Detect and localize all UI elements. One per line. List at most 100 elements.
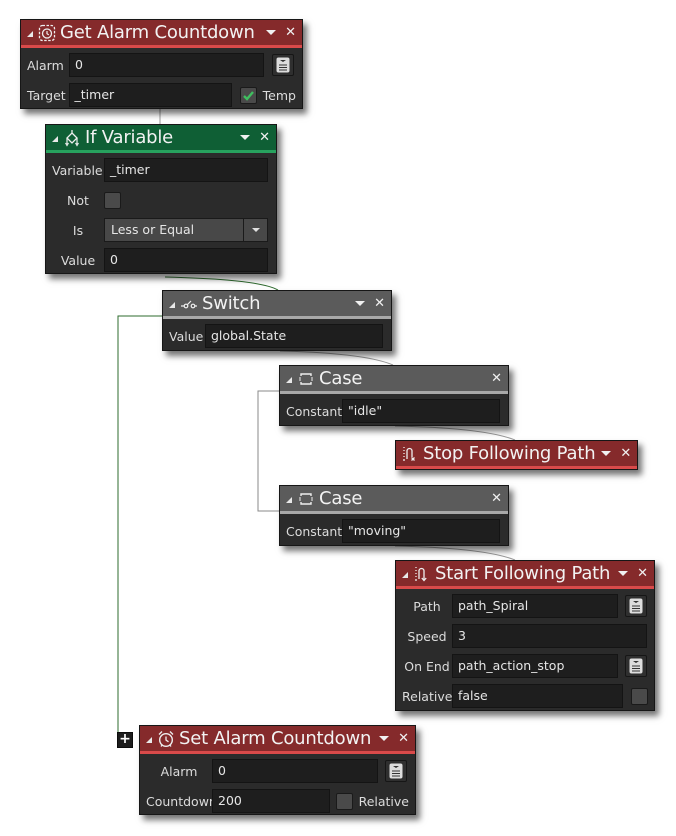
close-icon[interactable]: ✕ xyxy=(637,567,648,580)
variable-input[interactable]: _timer xyxy=(104,158,268,182)
case-bracket-icon xyxy=(297,370,315,388)
node-header[interactable]: Set Alarm Countdown ✕ xyxy=(140,726,415,754)
branch-icon xyxy=(63,129,81,147)
comparison-select[interactable]: Less or Equal xyxy=(104,218,268,242)
resource-picker-button[interactable] xyxy=(385,760,407,782)
switch-value-input[interactable]: global.State xyxy=(205,324,383,348)
list-icon xyxy=(389,763,403,779)
chevron-down-icon xyxy=(251,228,260,232)
value-label: Value xyxy=(60,252,96,268)
node-case-moving[interactable]: Case ✕ Constant "moving" xyxy=(279,485,509,546)
close-icon[interactable]: ✕ xyxy=(374,297,385,310)
node-stop-following-path[interactable]: Stop Following Path ✕ xyxy=(395,440,638,470)
connector-case-bracket xyxy=(257,390,279,512)
collapse-triangle-icon[interactable] xyxy=(286,496,292,503)
constant-label: Constant xyxy=(286,403,343,419)
select-arrow-button[interactable] xyxy=(243,219,267,241)
comparison-select-value: Less or Equal xyxy=(111,222,195,237)
node-header[interactable]: If Variable ✕ xyxy=(46,125,276,153)
countdown-input[interactable]: 200 xyxy=(212,789,331,813)
target-label: Target xyxy=(27,87,66,103)
temp-checkbox[interactable] xyxy=(239,86,257,104)
node-title: Set Alarm Countdown xyxy=(179,728,372,749)
collapse-triangle-icon[interactable] xyxy=(27,30,33,37)
target-input[interactable]: _timer xyxy=(68,83,232,107)
close-icon[interactable]: ✕ xyxy=(285,26,296,39)
node-menu-dropdown-icon[interactable] xyxy=(266,30,277,35)
alarm-label: Alarm xyxy=(27,57,64,73)
relative-checkbox[interactable] xyxy=(336,792,353,810)
node-menu-dropdown-icon[interactable] xyxy=(601,451,612,456)
path-label: Path xyxy=(413,598,441,614)
node-get-alarm-countdown[interactable]: Get Alarm Countdown ✕ Alarm 0 Target _ti… xyxy=(20,19,303,109)
path-stop-icon xyxy=(401,445,419,463)
close-icon[interactable]: ✕ xyxy=(491,372,502,385)
not-checkbox[interactable] xyxy=(104,191,121,209)
alarm-input[interactable]: 0 xyxy=(69,53,264,77)
is-label: Is xyxy=(72,222,84,238)
add-else-block-button[interactable]: + xyxy=(117,732,133,748)
node-start-following-path[interactable]: Start Following Path ✕ Path path_Spiral … xyxy=(395,560,655,711)
alarm-clock-icon xyxy=(157,730,175,748)
temp-label: Temp xyxy=(262,87,296,103)
list-icon xyxy=(629,658,643,674)
collapse-triangle-icon[interactable] xyxy=(286,376,292,383)
value-label: Value xyxy=(169,328,204,344)
path-start-icon xyxy=(413,565,431,583)
node-if-variable[interactable]: If Variable ✕ Variable _timer Not Is Les… xyxy=(45,124,277,274)
node-menu-dropdown-icon[interactable] xyxy=(379,736,390,741)
alarm-label: Alarm xyxy=(160,763,198,779)
alarm-clock-dashed-icon xyxy=(38,24,56,42)
node-menu-dropdown-icon[interactable] xyxy=(618,571,629,576)
list-icon xyxy=(629,598,643,614)
constant-input[interactable]: "moving" xyxy=(342,519,500,543)
switch-icon xyxy=(180,295,198,313)
on-end-label: On End xyxy=(404,658,450,674)
connector-else-branch xyxy=(117,315,162,740)
node-title: Stop Following Path xyxy=(423,443,596,464)
node-menu-dropdown-icon[interactable] xyxy=(240,135,251,140)
list-icon xyxy=(276,57,290,73)
relative-label: Relative xyxy=(402,688,453,704)
relative-checkbox[interactable] xyxy=(631,687,648,705)
close-icon[interactable]: ✕ xyxy=(491,492,502,505)
value-input[interactable]: 0 xyxy=(104,248,268,272)
node-switch[interactable]: Switch ✕ Value global.State xyxy=(162,290,392,351)
close-icon[interactable]: ✕ xyxy=(259,131,270,144)
speed-label: Speed xyxy=(407,628,447,644)
constant-input[interactable]: "idle" xyxy=(342,399,500,423)
node-title: Get Alarm Countdown xyxy=(60,22,255,43)
node-case-idle[interactable]: Case ✕ Constant "idle" xyxy=(279,365,509,426)
resource-picker-button[interactable] xyxy=(272,54,294,76)
node-title: If Variable xyxy=(85,127,174,148)
node-title: Case xyxy=(319,488,363,509)
node-set-alarm-countdown[interactable]: Set Alarm Countdown ✕ Alarm 0 Countdown … xyxy=(139,725,416,815)
close-icon[interactable]: ✕ xyxy=(620,447,631,460)
countdown-label: Countdown xyxy=(146,793,217,809)
node-header[interactable]: Switch ✕ xyxy=(163,291,391,319)
constant-label: Constant xyxy=(286,523,343,539)
alarm-input[interactable]: 0 xyxy=(212,759,378,783)
node-header[interactable]: Case ✕ xyxy=(280,486,508,514)
collapse-triangle-icon[interactable] xyxy=(169,301,175,308)
path-input[interactable]: path_Spiral xyxy=(452,594,618,618)
collapse-triangle-icon[interactable] xyxy=(402,571,408,578)
node-title: Switch xyxy=(202,293,261,314)
variable-label: Variable xyxy=(52,162,103,178)
not-label: Not xyxy=(67,192,89,208)
node-title: Start Following Path xyxy=(435,563,611,584)
collapse-triangle-icon[interactable] xyxy=(52,135,58,142)
speed-input[interactable]: 3 xyxy=(452,624,647,648)
on-end-picker-button[interactable] xyxy=(625,655,647,677)
close-icon[interactable]: ✕ xyxy=(398,732,409,745)
node-header[interactable]: Start Following Path ✕ xyxy=(396,561,654,589)
path-picker-button[interactable] xyxy=(625,595,647,617)
node-header[interactable]: Get Alarm Countdown ✕ xyxy=(21,20,302,48)
node-menu-dropdown-icon[interactable] xyxy=(355,301,366,306)
relative-input[interactable]: false xyxy=(452,684,623,708)
case-bracket-icon xyxy=(297,490,315,508)
node-header[interactable]: Case ✕ xyxy=(280,366,508,394)
collapse-triangle-icon[interactable] xyxy=(146,736,152,743)
node-header[interactable]: Stop Following Path ✕ xyxy=(396,441,637,469)
on-end-input[interactable]: path_action_stop xyxy=(452,654,618,678)
